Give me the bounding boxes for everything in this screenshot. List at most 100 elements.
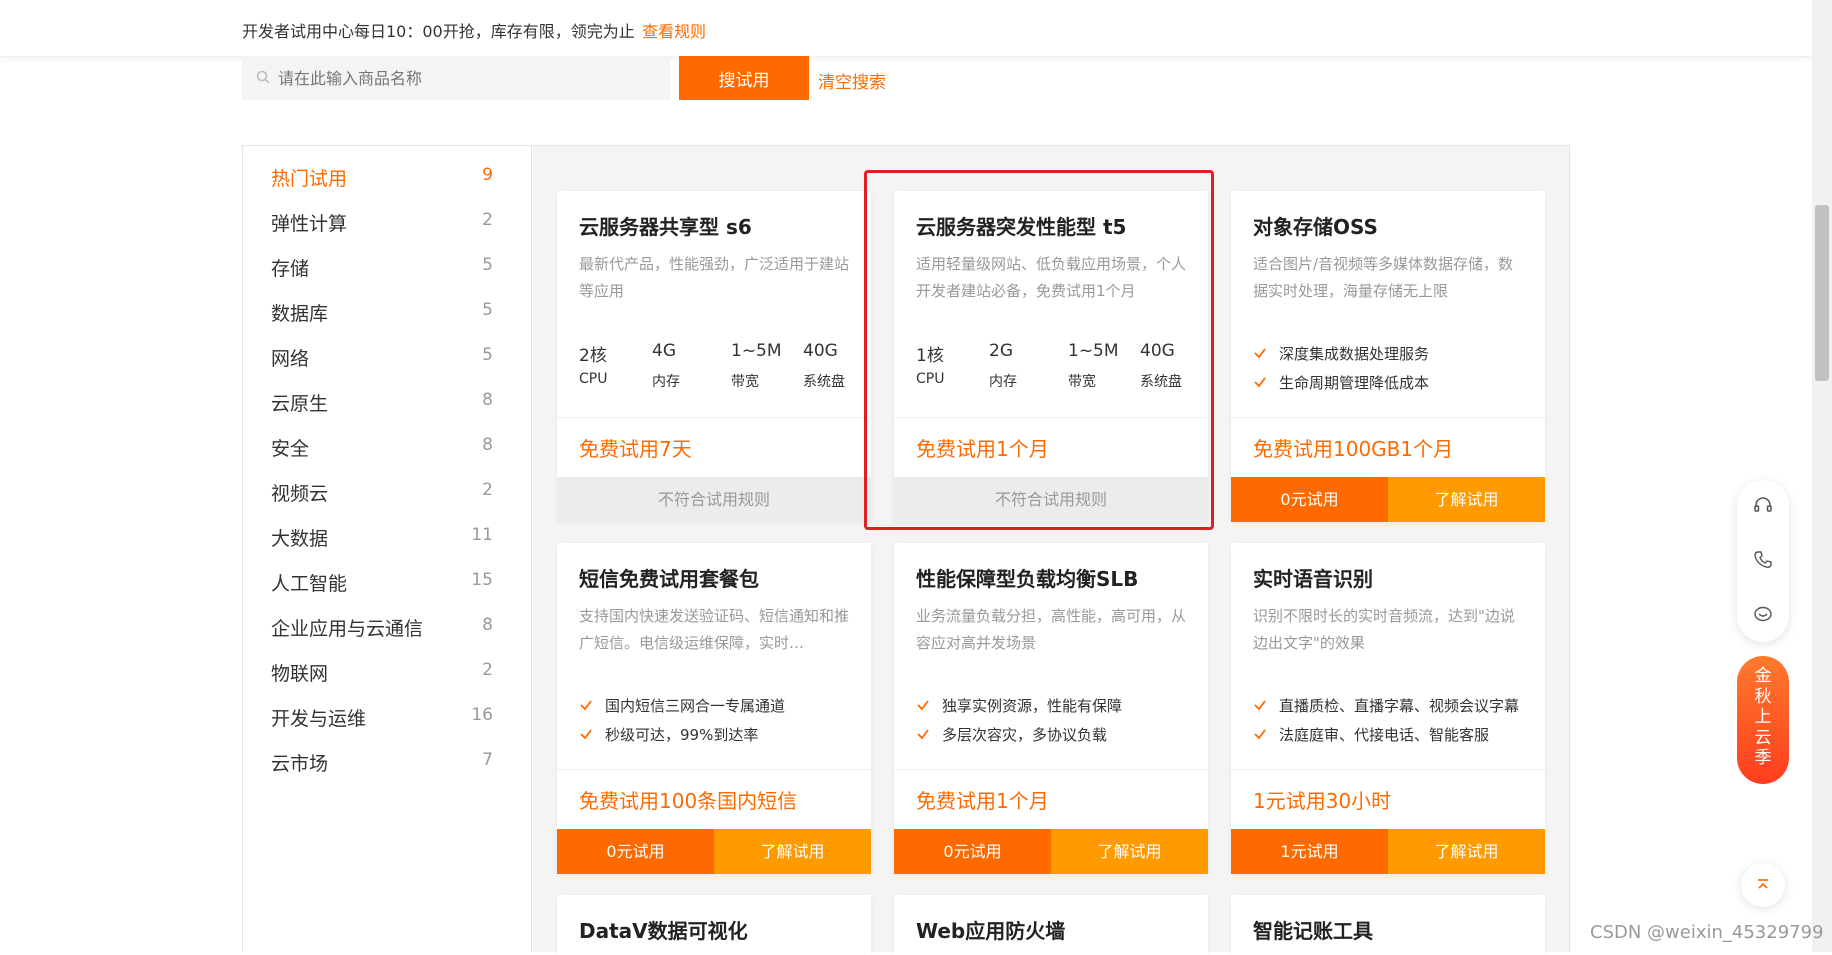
promo-char: 上 xyxy=(1754,707,1772,727)
promo-badge[interactable]: 金 秋 上 云 季 xyxy=(1737,656,1789,784)
feature-text: 直播质检、直播字幕、视频会议字幕 xyxy=(1279,697,1520,715)
feature-item: 国内短信三网合一专属通道 xyxy=(579,695,785,724)
spec-value: 40G xyxy=(803,341,838,361)
spec-unit: 系统盘 xyxy=(803,374,845,390)
sidebar-item-count: 15 xyxy=(471,570,493,590)
sidebar-item-storage[interactable]: 存储 5 xyxy=(243,244,533,289)
card-offer: 免费试用100GB1个月 xyxy=(1253,437,1454,461)
check-icon xyxy=(1254,700,1266,711)
spec-value: 2G xyxy=(989,341,1013,361)
product-card[interactable]: 实时语音识别 识别不限时长的实时音频流，达到"边说边出文字"的效果 直播质检、直… xyxy=(1231,543,1545,874)
card-offer: 免费试用100条国内短信 xyxy=(579,789,798,813)
product-card[interactable]: 短信免费试用套餐包 支持国内快速发送验证码、短信通知和推广短信。电信级运维保障，… xyxy=(557,543,871,874)
card-description: 最新代产品，性能强劲，广泛适用于建站等应用 xyxy=(579,255,850,300)
back-to-top-button[interactable] xyxy=(1741,863,1785,907)
learn-more-button[interactable]: 了解试用 xyxy=(714,829,871,874)
sidebar-item-ai[interactable]: 人工智能 15 xyxy=(243,559,533,604)
sidebar-item-count: 8 xyxy=(482,435,493,455)
search-input[interactable] xyxy=(242,56,670,100)
promo-char: 金 xyxy=(1754,666,1772,686)
feature-text: 国内短信三网合一专属通道 xyxy=(605,697,786,715)
card-offer: 免费试用1个月 xyxy=(916,789,1049,813)
headset-icon[interactable] xyxy=(1753,496,1773,516)
page-scrollbar[interactable] xyxy=(1812,0,1832,952)
search-button[interactable]: 搜试用 xyxy=(679,56,809,100)
card-offer: 免费试用7天 xyxy=(579,437,692,461)
sidebar-item-count: 11 xyxy=(471,525,493,545)
spec-value: 1~5M xyxy=(731,341,782,361)
sidebar-item-count: 2 xyxy=(482,660,493,680)
card-title: 对象存储OSS xyxy=(1253,215,1378,239)
sidebar-item-marketplace[interactable]: 云市场 7 xyxy=(243,739,533,784)
spec-unit: 内存 xyxy=(989,374,1017,390)
spec-bandwidth: 1~5M 带宽 xyxy=(1068,341,1119,390)
card-title: 云服务器突发性能型 t5 xyxy=(916,215,1127,239)
check-icon xyxy=(580,700,592,711)
card-description: 业务流量负载分担，高性能，高可用，从容应对高并发场景 xyxy=(916,607,1187,652)
sidebar-item-compute[interactable]: 弹性计算 2 xyxy=(243,199,533,244)
ineligible-button: 不符合试用规则 xyxy=(557,477,871,522)
sidebar-item-security[interactable]: 安全 8 xyxy=(243,424,533,469)
sidebar-item-label: 物联网 xyxy=(271,663,329,685)
product-card[interactable]: DataV数据可视化 xyxy=(557,895,871,955)
sidebar-item-label: 数据库 xyxy=(271,303,329,325)
product-card[interactable]: 智能记账工具 xyxy=(1231,895,1545,955)
sidebar-item-label: 存储 xyxy=(271,258,310,280)
learn-more-button[interactable]: 了解试用 xyxy=(1051,829,1208,874)
learn-more-button[interactable]: 了解试用 xyxy=(1388,477,1545,522)
card-title: DataV数据可视化 xyxy=(579,919,748,943)
sidebar-item-network[interactable]: 网络 5 xyxy=(243,334,533,379)
feature-item: 直播质检、直播字幕、视频会议字幕 xyxy=(1253,695,1519,724)
category-sidebar: 热门试用 9 弹性计算 2 存储 5 数据库 5 网络 5 云原生 8 安全 8 视频云 2 大… xyxy=(242,145,532,952)
spec-value: 1核 xyxy=(916,346,944,366)
phone-icon[interactable] xyxy=(1753,550,1773,570)
sidebar-item-hot[interactable]: 热门试用 9 xyxy=(243,154,533,199)
clear-search-link[interactable]: 清空搜索 xyxy=(818,68,886,93)
sidebar-item-enterprise[interactable]: 企业应用与云通信 8 xyxy=(243,604,533,649)
learn-more-button[interactable]: 了解试用 xyxy=(1388,829,1545,874)
feature-list: 直播质检、直播字幕、视频会议字幕 法庭庭审、代接电话、智能客服 xyxy=(1253,695,1519,753)
chat-icon[interactable] xyxy=(1753,604,1773,624)
notice-bar: 开发者试用中心每日10：00开抢，库存有限，领完为止 查看规则 xyxy=(0,0,1812,57)
spec-unit: CPU xyxy=(579,371,608,387)
trial-button[interactable]: 0元试用 xyxy=(557,829,714,874)
product-card[interactable]: 云服务器突发性能型 t5 适用轻量级网站、低负载应用场景，个人开发者建站必备，免… xyxy=(894,191,1208,522)
spec-disk: 40G 系统盘 xyxy=(803,341,845,390)
card-description: 适用轻量级网站、低负载应用场景，个人开发者建站必备，免费试用1个月 xyxy=(916,255,1187,300)
sidebar-item-video-cloud[interactable]: 视频云 2 xyxy=(243,469,533,514)
trial-button[interactable]: 0元试用 xyxy=(894,829,1051,874)
card-title: 性能保障型负载均衡SLB xyxy=(916,567,1139,591)
spec-value: 4G xyxy=(652,341,676,361)
product-card[interactable]: 云服务器共享型 s6 最新代产品，性能强劲，广泛适用于建站等应用 2核 CPU 4… xyxy=(557,191,871,522)
sidebar-item-count: 9 xyxy=(482,165,493,185)
spec-value: 40G xyxy=(1140,341,1175,361)
spec-bandwidth: 1~5M 带宽 xyxy=(731,341,782,390)
sidebar-item-count: 5 xyxy=(482,300,493,320)
product-card[interactable]: 性能保障型负载均衡SLB 业务流量负载分担，高性能，高可用，从容应对高并发场景 … xyxy=(894,543,1208,874)
product-card[interactable]: Web应用防火墙 xyxy=(894,895,1208,955)
sidebar-item-big-data[interactable]: 大数据 11 xyxy=(243,514,533,559)
divider xyxy=(894,769,1208,770)
card-title: 实时语音识别 xyxy=(1253,567,1373,591)
card-title: 短信免费试用套餐包 xyxy=(579,567,759,591)
check-icon xyxy=(1254,348,1266,359)
trial-button[interactable]: 0元试用 xyxy=(1231,477,1388,522)
spec-cpu: 1核 CPU xyxy=(916,341,944,387)
feature-text: 法庭庭审、代接电话、智能客服 xyxy=(1279,726,1490,744)
check-icon xyxy=(917,729,929,740)
sidebar-item-database[interactable]: 数据库 5 xyxy=(243,289,533,334)
sidebar-item-label: 弹性计算 xyxy=(271,213,348,235)
trial-button[interactable]: 1元试用 xyxy=(1231,829,1388,874)
card-description: 识别不限时长的实时音频流，达到"边说边出文字"的效果 xyxy=(1253,607,1515,652)
sidebar-item-cloud-native[interactable]: 云原生 8 xyxy=(243,379,533,424)
sidebar-item-devops[interactable]: 开发与运维 16 xyxy=(243,694,533,739)
view-rules-link[interactable]: 查看规则 xyxy=(642,18,706,42)
product-card[interactable]: 对象存储OSS 适合图片/音视频等多媒体数据存储，数据实时处理，海量存储无上限 … xyxy=(1231,191,1545,522)
sidebar-item-count: 5 xyxy=(482,255,493,275)
sidebar-item-iot[interactable]: 物联网 2 xyxy=(243,649,533,694)
spec-unit: 带宽 xyxy=(1068,374,1096,390)
feature-list: 深度集成数据处理服务 生命周期管理降低成本 xyxy=(1253,343,1429,401)
scrollbar-thumb[interactable] xyxy=(1815,205,1829,381)
sidebar-item-label: 企业应用与云通信 xyxy=(271,618,424,640)
card-title: 智能记账工具 xyxy=(1253,919,1373,943)
